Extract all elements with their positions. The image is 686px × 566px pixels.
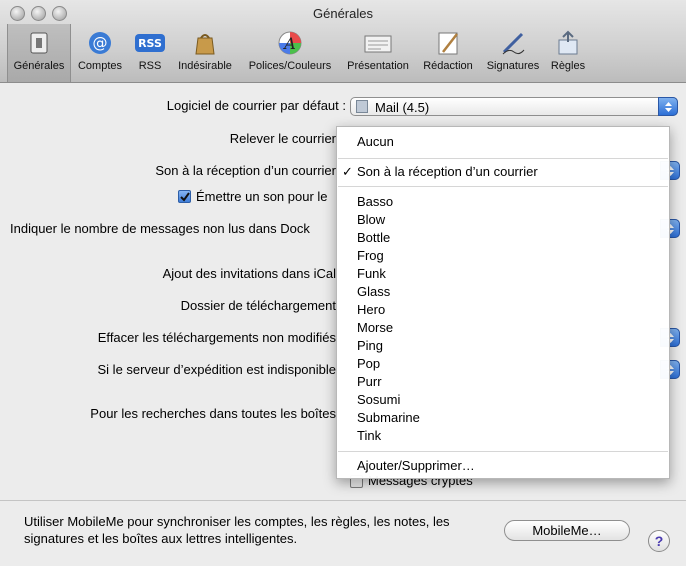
default-mail-value: Mail (4.5): [375, 100, 430, 115]
rules-icon: [553, 29, 583, 57]
ical-label: Ajout des invitations dans iCal: [162, 266, 336, 281]
sound-dropdown-menu: Aucun ✓ Son à la réception d’un courrier…: [336, 126, 670, 479]
mobileme-text-line1: Utiliser MobileMe pour synchroniser les …: [24, 514, 450, 529]
menu-item-sound[interactable]: Ping: [357, 338, 383, 353]
tab-generales[interactable]: Générales: [7, 24, 71, 82]
menu-item-sound[interactable]: Morse: [357, 320, 393, 335]
emit-sound-label: Émettre un son pour le: [196, 189, 328, 204]
menu-item-sound[interactable]: Blow: [357, 212, 385, 227]
check-mail-label: Relever le courrier: [229, 131, 336, 146]
menu-item-add-remove[interactable]: Ajouter/Supprimer…: [357, 458, 475, 473]
junk-bag-icon: [190, 29, 220, 57]
tab-label: Polices/Couleurs: [248, 60, 332, 72]
compose-icon: [433, 29, 463, 57]
menu-item-sound[interactable]: Submarine: [357, 410, 420, 425]
default-mail-popup[interactable]: Mail (4.5): [350, 97, 678, 116]
at-sign-icon: @: [85, 29, 115, 57]
tab-label: Présentation: [347, 60, 409, 72]
tab-indesirable[interactable]: Indésirable: [173, 29, 237, 79]
menu-item-sound[interactable]: Bottle: [357, 230, 390, 245]
unread-label: Indiquer le nombre de messages non lus d…: [10, 221, 310, 236]
tab-label: Indésirable: [178, 60, 232, 72]
sound-label: Son à la réception d’un courrier: [155, 163, 336, 178]
switch-icon: [24, 29, 54, 57]
mobileme-text-line2: signatures et les boîtes aux lettres int…: [24, 531, 298, 546]
emit-sound-checkbox[interactable]: [178, 190, 191, 203]
menu-item-sound[interactable]: Frog: [357, 248, 384, 263]
menu-item-sound[interactable]: Purr: [357, 374, 382, 389]
tab-comptes[interactable]: @ Comptes: [74, 29, 126, 79]
mail-stamp-icon: [356, 100, 368, 113]
tab-signatures[interactable]: Signatures: [482, 29, 544, 79]
tab-label: Signatures: [486, 60, 540, 72]
menu-separator: [338, 186, 668, 187]
menu-item-sound[interactable]: Funk: [357, 266, 386, 281]
tab-label: Générales: [13, 60, 65, 72]
preferences-window: Générales Générales @ Comptes RSS RSS In…: [0, 0, 686, 566]
checkmark-icon: ✓: [342, 164, 353, 179]
menu-item-sound[interactable]: Basso: [357, 194, 393, 209]
svg-text:@: @: [93, 34, 108, 52]
tab-label: RSS: [138, 60, 162, 72]
mobileme-button[interactable]: MobileMe…: [504, 520, 630, 541]
toolbar: Générales Générales @ Comptes RSS RSS In…: [0, 0, 686, 83]
presentation-icon: [363, 29, 393, 57]
search-label: Pour les recherches dans toutes les boît…: [90, 406, 336, 421]
menu-item-sound[interactable]: Hero: [357, 302, 385, 317]
menu-item-sound[interactable]: Pop: [357, 356, 380, 371]
menu-separator: [338, 451, 668, 452]
outgoing-label: Si le serveur d’expédition est indisponi…: [97, 362, 336, 377]
tab-regles[interactable]: Règles: [548, 29, 588, 79]
svg-text:A: A: [282, 34, 296, 53]
popup-arrows-icon: [658, 97, 678, 116]
menu-item-aucun[interactable]: Aucun: [357, 134, 394, 149]
window-title: Générales: [313, 6, 373, 21]
menu-item-sound[interactable]: Tink: [357, 428, 381, 443]
tab-label: Rédaction: [423, 60, 473, 72]
rss-icon: RSS: [135, 29, 165, 57]
erase-downloads-label: Effacer les téléchargements non modifiés: [97, 330, 336, 345]
download-folder-label: Dossier de téléchargement: [180, 298, 336, 313]
menu-separator: [338, 158, 668, 159]
tab-label: Règles: [550, 60, 586, 72]
tab-rss[interactable]: RSS RSS: [131, 29, 169, 79]
default-mail-label: Logiciel de courrier par défaut :: [166, 98, 346, 113]
tab-polices-couleurs[interactable]: A Polices/Couleurs: [242, 29, 338, 79]
menu-item-new-mail-sound[interactable]: Son à la réception d’un courrier: [357, 164, 538, 179]
tab-redaction[interactable]: Rédaction: [418, 29, 478, 79]
signature-pen-icon: [498, 29, 528, 57]
menu-item-sound[interactable]: Sosumi: [357, 392, 400, 407]
divider: [0, 500, 686, 501]
tab-presentation[interactable]: Présentation: [342, 29, 414, 79]
help-button[interactable]: ?: [648, 530, 670, 552]
svg-text:RSS: RSS: [138, 37, 162, 50]
tab-label: Comptes: [77, 60, 123, 72]
menu-item-sound[interactable]: Glass: [357, 284, 390, 299]
fonts-colors-icon: A: [275, 29, 305, 57]
